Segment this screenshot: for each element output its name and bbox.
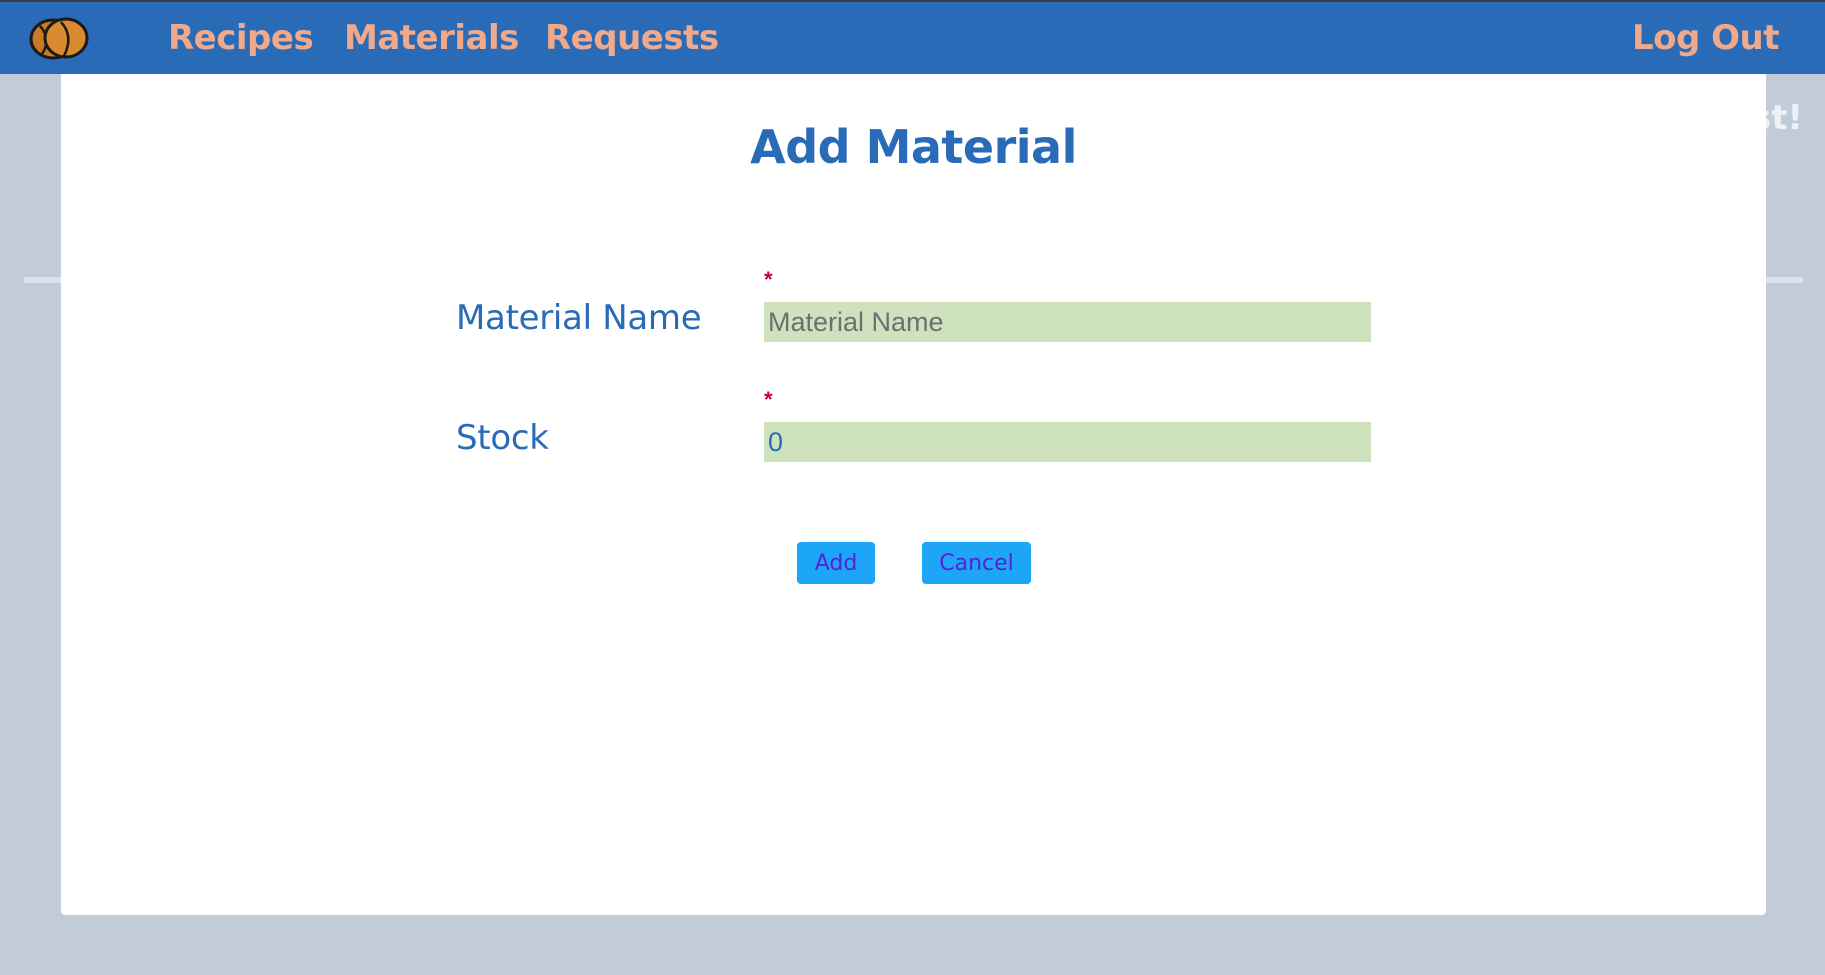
stock-required-mark: * xyxy=(764,387,773,412)
background-divider-right xyxy=(1763,277,1803,283)
material-name-required-mark: * xyxy=(764,267,773,292)
background-divider-left xyxy=(24,277,64,283)
add-material-modal: Add Material Material Name * Stock * Add… xyxy=(61,74,1766,915)
modal-title: Add Material xyxy=(750,120,1077,174)
top-navbar: Recipes Materials Requests Log Out xyxy=(0,0,1825,74)
bean-logo-icon[interactable] xyxy=(26,14,92,62)
nav-link-recipes[interactable]: Recipes xyxy=(168,18,314,58)
logout-link[interactable]: Log Out xyxy=(1632,18,1780,58)
add-button[interactable]: Add xyxy=(797,542,875,584)
nav-link-materials[interactable]: Materials xyxy=(344,18,519,58)
material-name-input[interactable] xyxy=(764,302,1371,342)
nav-link-requests[interactable]: Requests xyxy=(545,18,719,58)
cancel-button[interactable]: Cancel xyxy=(922,542,1031,584)
stock-label: Stock xyxy=(456,418,549,458)
stock-input[interactable] xyxy=(764,422,1371,462)
material-name-label: Material Name xyxy=(456,298,702,338)
